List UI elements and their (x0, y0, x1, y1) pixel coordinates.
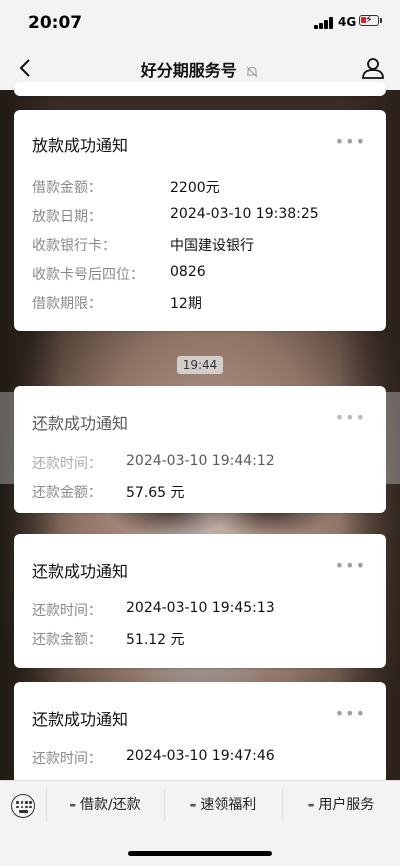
row-label: 还款金额： (32, 485, 102, 501)
timestamp-divider: 19:44 (177, 356, 223, 374)
row-label: 还款时间： (32, 603, 102, 619)
row-label: 收款银行卡： (32, 238, 116, 254)
row-value: 12期 (170, 296, 202, 312)
menu-label: 用户服务 (318, 797, 375, 813)
row-value: 2024-03-10 19:45:13 (126, 600, 275, 616)
submenu-indicator-icon: ▬ (69, 801, 76, 809)
card-title: 还款成功通知 (32, 710, 129, 729)
person-icon (362, 58, 384, 79)
row-label: 借款金额： (32, 180, 102, 196)
submenu-indicator-icon: ▬ (189, 801, 197, 809)
row-label: 还款时间： (32, 751, 102, 767)
charging-bolt-icon: ⚡ (365, 13, 373, 26)
watermark-band (0, 392, 400, 484)
row-value: 2024-03-10 19:38:25 (170, 206, 319, 222)
row-value: 中国建设银行 (170, 238, 254, 254)
page-title: 好分期服务号 (0, 57, 400, 81)
row-label: 借款期限： (32, 296, 102, 312)
repayment-notification-card[interactable]: 还款成功通知 ••• 还款时间： 2024-03-10 19:45:13 还款金… (14, 534, 386, 668)
row-value: 57.65 元 (126, 485, 185, 501)
menu-loan-repay[interactable]: ▬ 借款/还款 (47, 791, 163, 819)
menu-label: 借款/还款 (79, 797, 141, 813)
repayment-notification-card[interactable]: 还款成功通知 ••• 还款时间： 2024-03-10 19:47:46 (14, 682, 386, 792)
home-indicator (128, 851, 272, 856)
row-label: 放款日期： (32, 209, 102, 225)
submenu-indicator-icon: ▬ (307, 801, 315, 809)
row-value: 51.12 元 (126, 632, 185, 648)
card-title: 放款成功通知 (32, 136, 129, 155)
nav-title-text: 好分期服务号 (140, 61, 237, 80)
status-time: 20:07 (28, 13, 83, 33)
status-bar: 20:07 4G ⚡ (0, 0, 400, 46)
row-label: 收款卡号后四位： (32, 267, 144, 283)
row-value: 0826 (170, 264, 206, 280)
loan-notification-card[interactable]: 放款成功通知 ••• 借款金额： 2200元 放款日期： 2024-03-10 … (14, 110, 386, 331)
profile-button[interactable] (360, 55, 386, 81)
signal-icon (314, 17, 334, 29)
menu-user-service[interactable]: ▬ 用户服务 (283, 791, 399, 819)
row-label: 还款金额： (32, 632, 102, 648)
partial-card-top (14, 82, 386, 96)
more-options-button[interactable]: ••• (335, 132, 366, 151)
more-options-button[interactable]: ••• (335, 556, 366, 575)
keyboard-icon[interactable] (11, 794, 35, 818)
menu-welfare[interactable]: ▬ 速领福利 (165, 791, 281, 819)
network-label: 4G (338, 15, 357, 29)
more-options-button[interactable]: ••• (335, 704, 366, 723)
row-value: 2200元 (170, 180, 220, 196)
bell-off-icon (246, 66, 258, 77)
menu-label: 速领福利 (200, 797, 257, 813)
battery-cap (380, 18, 382, 23)
card-title: 还款成功通知 (32, 562, 129, 581)
row-value: 2024-03-10 19:47:46 (126, 748, 275, 764)
